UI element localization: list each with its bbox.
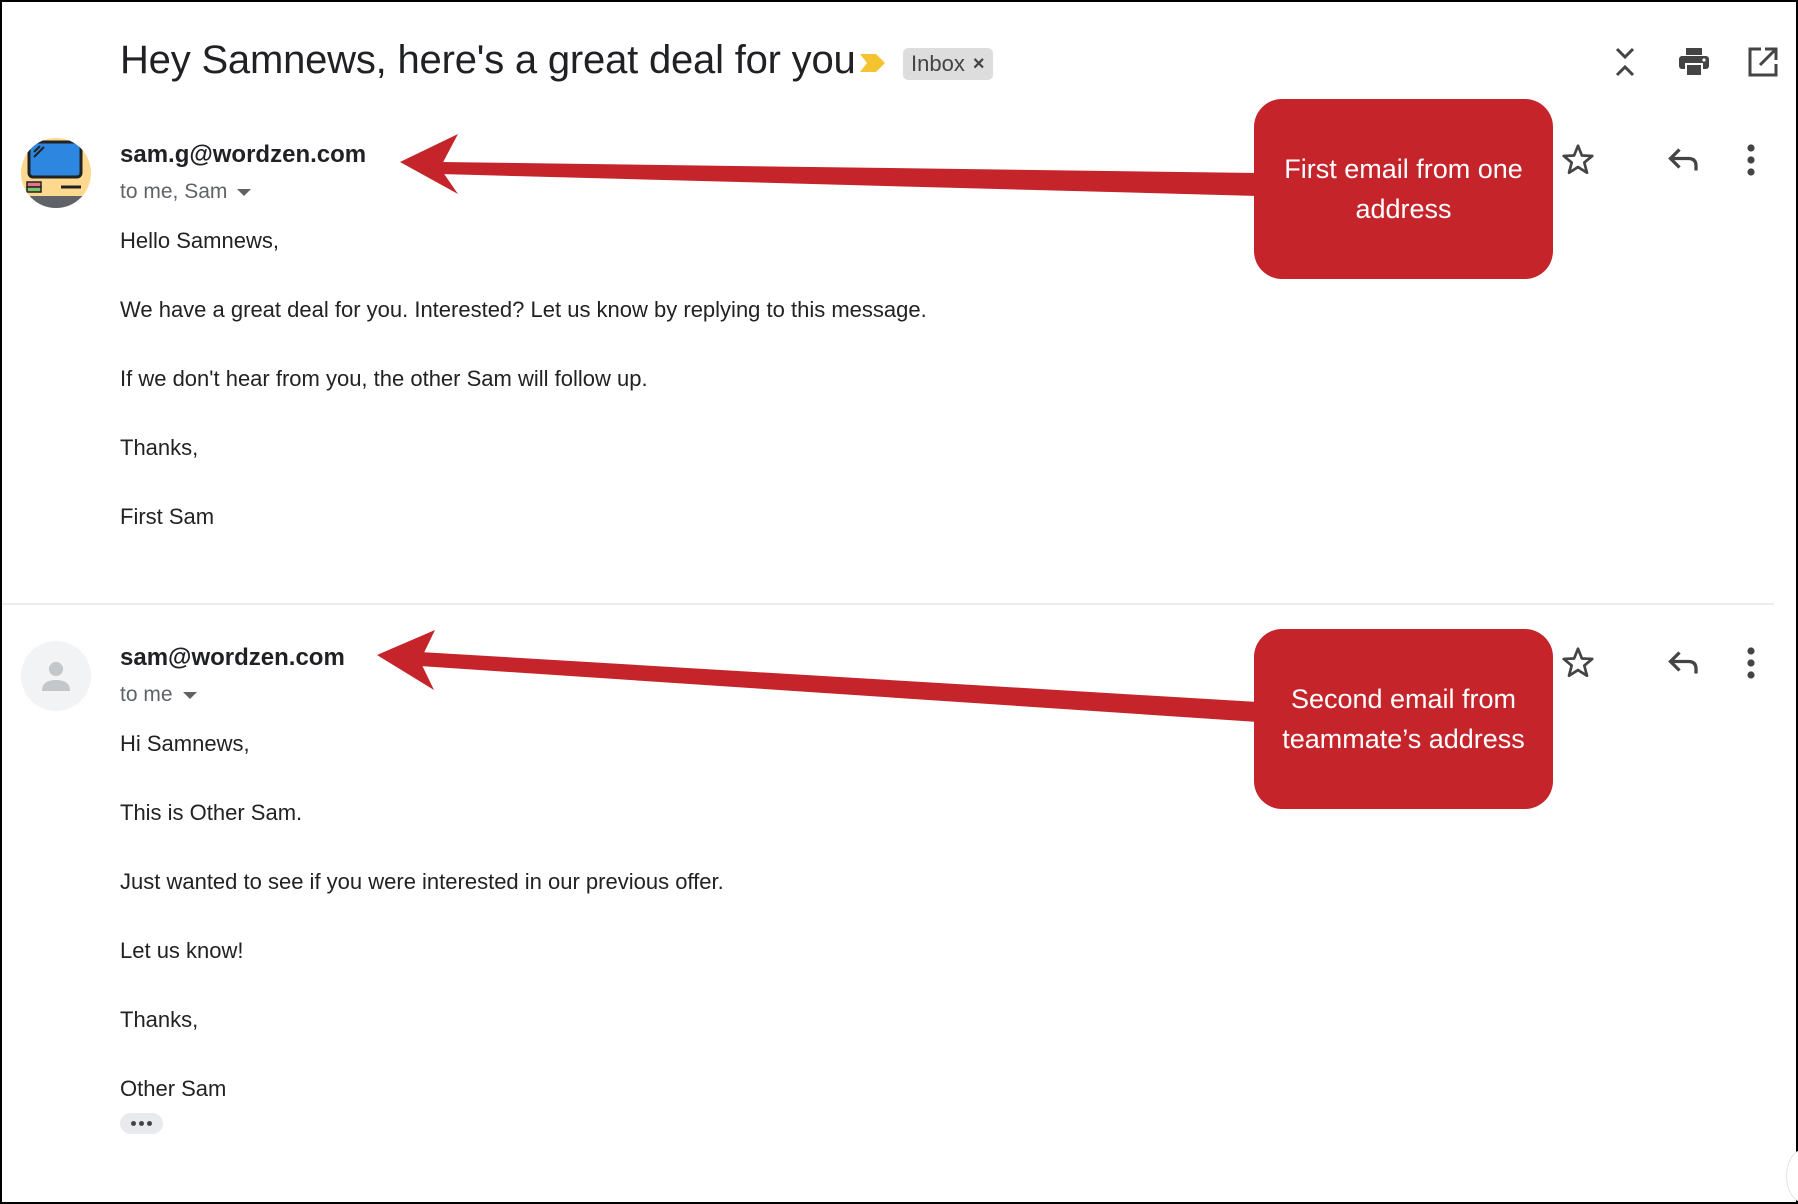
recipient-details-caret-icon[interactable] bbox=[182, 691, 197, 699]
more-options-icon[interactable] bbox=[1736, 142, 1766, 178]
message-body-line: Hi Samnews, bbox=[120, 731, 250, 756]
message-body-line: First Sam bbox=[120, 504, 215, 529]
message-body-line: Other Sam bbox=[120, 1076, 227, 1101]
print-button[interactable] bbox=[1677, 44, 1711, 80]
importance-marker-icon[interactable] bbox=[858, 52, 888, 74]
collapse-all-icon bbox=[1615, 47, 1635, 77]
message-body-line: Just wanted to see if you were intereste… bbox=[120, 869, 724, 894]
email-subject: Hey Samnews, here's a great deal for you bbox=[120, 38, 856, 82]
ellipsis-dot bbox=[139, 1121, 144, 1126]
remove-label-button[interactable]: × bbox=[973, 53, 985, 76]
show-trimmed-content-button[interactable] bbox=[120, 1113, 163, 1134]
message-body-line: We have a great deal for you. Interested… bbox=[120, 297, 927, 322]
label-chip-text: Inbox bbox=[911, 51, 965, 76]
computer-avatar-icon bbox=[21, 138, 91, 208]
reply-icon[interactable] bbox=[1666, 645, 1702, 681]
message-body-line: This is Other Sam. bbox=[120, 800, 303, 825]
message-divider bbox=[2, 603, 1774, 605]
sender-avatar[interactable] bbox=[21, 641, 91, 711]
message-body-line: Thanks, bbox=[120, 1007, 199, 1032]
ellipsis-dot bbox=[131, 1121, 136, 1126]
thread-toolbar bbox=[1608, 44, 1780, 80]
sender-email[interactable]: sam@wordzen.com bbox=[120, 644, 345, 672]
default-person-avatar-icon bbox=[42, 662, 70, 691]
reply-icon[interactable] bbox=[1666, 142, 1702, 178]
annotation-callout-first-email: First email from one address bbox=[1254, 99, 1553, 279]
more-options-icon[interactable] bbox=[1736, 645, 1766, 681]
sender-avatar[interactable] bbox=[21, 138, 91, 208]
message-body-line: Thanks, bbox=[120, 435, 199, 460]
ellipsis-dot bbox=[147, 1121, 152, 1126]
open-in-new-window-icon bbox=[1748, 47, 1778, 77]
message-body-line: If we don't hear from you, the other Sam… bbox=[120, 366, 648, 391]
message-body-line: Hello Samnews, bbox=[120, 228, 279, 253]
annotation-callout-second-email: Second email from teammate’s address bbox=[1254, 629, 1553, 809]
star-icon[interactable] bbox=[1560, 645, 1596, 681]
recipient-details-caret-icon[interactable] bbox=[237, 188, 252, 196]
recipients-text: to me bbox=[120, 683, 173, 706]
collapse-all-button[interactable] bbox=[1608, 44, 1642, 80]
message-actions bbox=[1560, 645, 1766, 681]
open-in-new-window-button[interactable] bbox=[1746, 44, 1780, 80]
star-icon[interactable] bbox=[1560, 142, 1596, 178]
message-body-line: Let us know! bbox=[120, 938, 244, 963]
print-icon bbox=[1679, 48, 1709, 77]
recipients-summary[interactable]: to me bbox=[120, 683, 197, 707]
recipients-text: to me, Sam bbox=[120, 180, 228, 203]
message-actions bbox=[1560, 142, 1766, 178]
sender-email[interactable]: sam.g@wordzen.com bbox=[120, 141, 366, 169]
inbox-label-chip: Inbox × bbox=[903, 48, 993, 80]
recipients-summary[interactable]: to me, Sam bbox=[120, 180, 252, 204]
